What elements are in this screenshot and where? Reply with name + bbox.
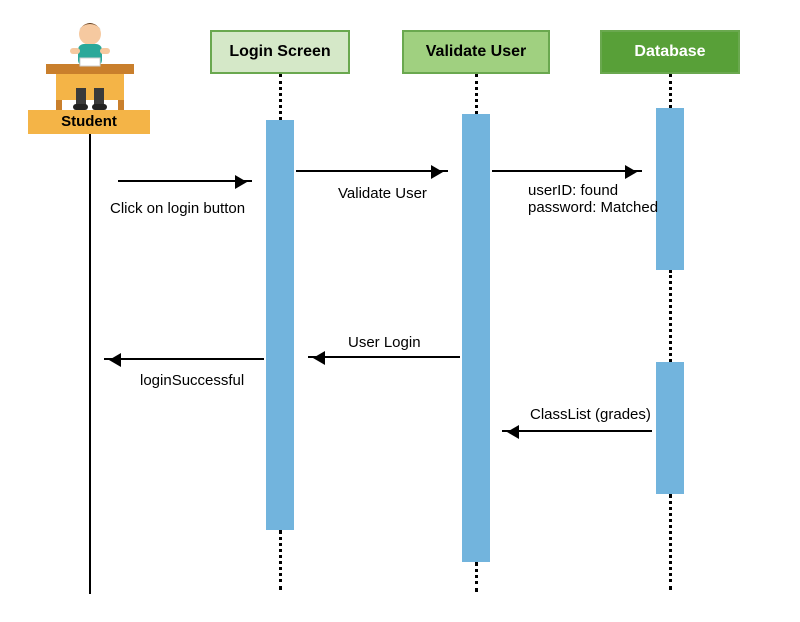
- msg-user-check: userID: found password: Matched: [528, 182, 658, 216]
- arrow-login-successful: [104, 358, 264, 360]
- lifeline-login-bottom: [279, 530, 282, 590]
- participant-login-screen: Login Screen: [210, 30, 350, 74]
- activation-login-screen: [266, 120, 294, 530]
- lifeline-validate-bottom: [475, 562, 478, 592]
- arrow-classlist: [502, 430, 652, 432]
- participant-database-label: Database: [634, 43, 705, 61]
- participant-database: Database: [600, 30, 740, 74]
- arrow-user-check: [492, 170, 642, 172]
- participant-validate-user: Validate User: [402, 30, 550, 74]
- arrow-validate-user: [296, 170, 448, 172]
- activation-database-2: [656, 362, 684, 494]
- participant-validate-user-label: Validate User: [426, 43, 527, 61]
- lifeline-validate-top: [475, 74, 478, 114]
- lifeline-login-top: [279, 74, 282, 120]
- lifeline-db-mid: [669, 270, 672, 362]
- msg-login-successful: loginSuccessful: [140, 372, 244, 389]
- activation-validate-user: [462, 114, 490, 562]
- actor-student-figure: [40, 18, 140, 110]
- msg-click-login: Click on login button: [110, 200, 245, 217]
- arrow-user-login: [308, 356, 460, 358]
- sequence-diagram: Student Login Screen Validate User Datab…: [0, 0, 800, 622]
- lifeline-db-bottom: [669, 494, 672, 590]
- msg-classlist: ClassList (grades): [530, 406, 651, 423]
- lifeline-student: [89, 134, 91, 594]
- lifeline-db-top: [669, 74, 672, 108]
- actor-label: Student: [28, 113, 150, 130]
- participant-login-screen-label: Login Screen: [229, 43, 330, 61]
- arrow-click-login: [118, 180, 252, 182]
- activation-database-1: [656, 108, 684, 270]
- msg-user-login: User Login: [348, 334, 421, 351]
- msg-validate-user: Validate User: [338, 185, 427, 202]
